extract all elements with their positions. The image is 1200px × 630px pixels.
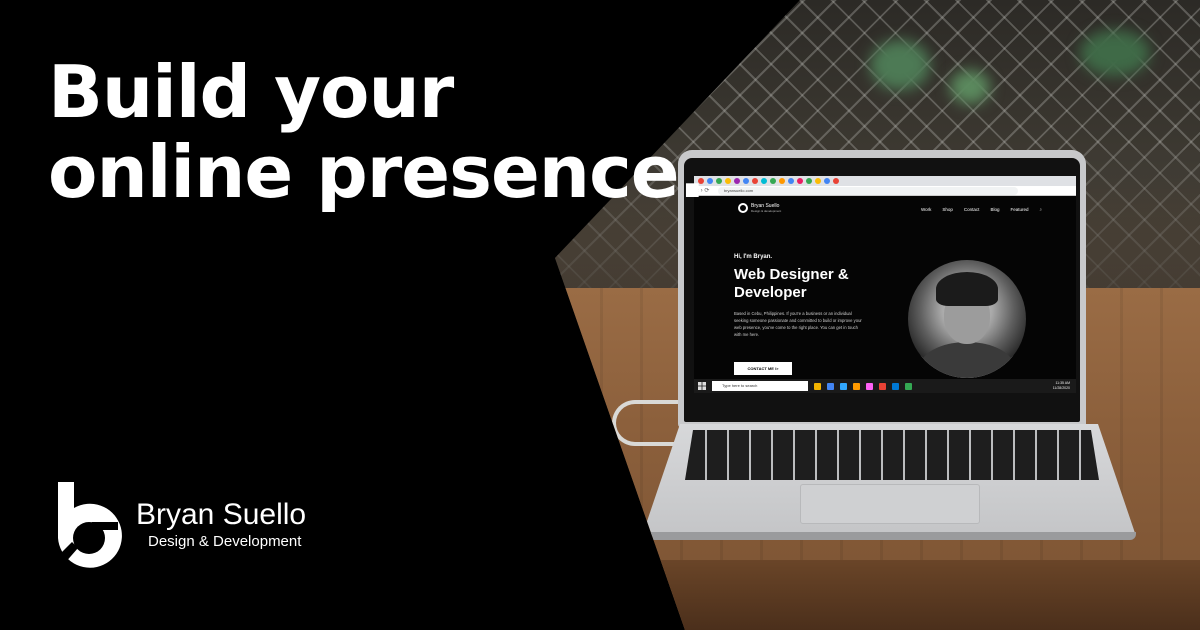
portrait-photo bbox=[908, 260, 1026, 378]
site-nav-featured: Featured bbox=[1010, 207, 1029, 212]
tab-favicon bbox=[779, 178, 785, 184]
headline-line-1: Build your bbox=[48, 50, 454, 134]
social-banner: ‹ › ⟳ bryansuello.com Bryan Suello Desig… bbox=[0, 0, 1200, 630]
browser-address-bar: ‹ › ⟳ bryansuello.com bbox=[694, 186, 1076, 196]
taskbar-app-icon bbox=[827, 382, 834, 390]
site-logo-mark-icon bbox=[738, 203, 748, 213]
os-taskbar: Type here to search 11:35 AM 11/28/2020 bbox=[694, 379, 1076, 393]
tab-favicon bbox=[716, 178, 722, 184]
laptop-keyboard bbox=[685, 430, 1099, 480]
taskbar-app-icon bbox=[853, 382, 860, 390]
tab-favicon bbox=[806, 178, 812, 184]
laptop-screen: ‹ › ⟳ bryansuello.com Bryan Suello Desig… bbox=[694, 176, 1076, 393]
clock-date: 11/28/2020 bbox=[1052, 386, 1070, 390]
site-nav-blog: Blog bbox=[990, 207, 1000, 212]
tab-favicon bbox=[707, 178, 713, 184]
portrait-hair bbox=[936, 272, 998, 306]
site-title: Web Designer & Developer bbox=[734, 266, 849, 301]
portrait-body bbox=[920, 342, 1014, 378]
site-nav: Work Shop Contact Blog Featured ⌕ bbox=[921, 207, 1042, 212]
taskbar-app-icon bbox=[892, 382, 899, 390]
browser-tab-bar bbox=[694, 176, 1076, 186]
tab-favicon bbox=[725, 178, 731, 184]
tab-favicon bbox=[824, 178, 830, 184]
brand-name: Bryan Suello bbox=[136, 498, 307, 531]
tab-favicon bbox=[815, 178, 821, 184]
taskbar-app-icon bbox=[814, 382, 821, 390]
site-nav-shop: Shop bbox=[942, 207, 953, 212]
b-monogram-logo-icon bbox=[58, 482, 122, 568]
site-greeting: Hi, I'm Bryan. bbox=[734, 254, 773, 260]
laptop-trackpad bbox=[800, 484, 980, 524]
site-logo-tagline: Design & development bbox=[751, 208, 782, 213]
search-icon: ⌕ bbox=[1039, 207, 1042, 212]
plant-blur bbox=[1080, 30, 1150, 76]
tab-favicon bbox=[770, 178, 776, 184]
brand-lockup: Bryan Suello Design & Development bbox=[52, 478, 306, 572]
site-logo: Bryan Suello Design & development bbox=[738, 203, 781, 213]
site-logo-name: Bryan Suello bbox=[751, 202, 780, 209]
site-intro: Based in Cebu, Philippines. If you're a … bbox=[734, 311, 862, 337]
taskbar-search: Type here to search bbox=[712, 381, 808, 391]
site-nav-contact: Contact bbox=[963, 207, 980, 212]
windows-start-icon bbox=[698, 382, 706, 390]
url-field: bryansuello.com bbox=[718, 187, 1018, 195]
tab-favicon bbox=[752, 178, 758, 184]
taskbar-app-icon bbox=[905, 382, 912, 390]
tab-favicon bbox=[797, 178, 803, 184]
headline: Build your online presence. bbox=[48, 50, 706, 214]
tab-favicon bbox=[761, 178, 767, 184]
laptop-base-lip bbox=[642, 532, 1136, 540]
plant-blur bbox=[950, 70, 990, 104]
taskbar-app-icon bbox=[866, 382, 873, 390]
plant-blur bbox=[870, 40, 930, 90]
tab-favicon bbox=[734, 178, 740, 184]
headline-line-2: online presence. bbox=[48, 130, 706, 214]
tab-favicon bbox=[788, 178, 794, 184]
taskbar-app-icon bbox=[879, 382, 886, 390]
site-nav-work: Work bbox=[920, 207, 932, 212]
tab-favicon bbox=[743, 178, 749, 184]
brand-text: Bryan Suello Design & Development bbox=[136, 498, 306, 552]
taskbar-app-icon bbox=[840, 382, 847, 390]
site-contact-button: CONTACT ME /> bbox=[734, 362, 792, 375]
tab-favicon bbox=[833, 178, 839, 184]
charging-cable bbox=[612, 400, 682, 446]
taskbar-clock: 11:35 AM 11/28/2020 bbox=[1053, 381, 1070, 391]
brand-tagline: Design & Development bbox=[148, 533, 302, 550]
